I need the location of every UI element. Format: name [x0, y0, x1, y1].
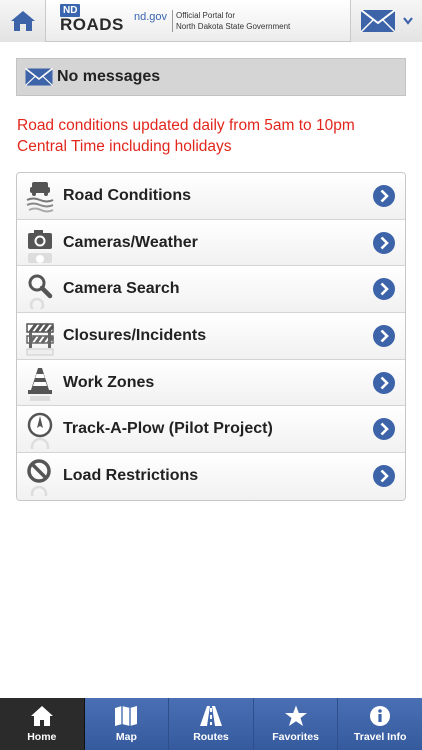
map-icon — [115, 706, 138, 726]
update-notice: Road conditions updated daily from 5am t… — [17, 115, 407, 157]
road-conditions-icon — [26, 181, 54, 213]
road-icon — [199, 706, 222, 726]
tab-label: Routes — [193, 731, 229, 743]
prohibited-icon — [27, 459, 51, 497]
top-header: ND ROADS nd.gov Official Portal for Nort… — [0, 0, 422, 42]
menu-item-track-a-plow[interactable]: Track-A-Plow (Pilot Project) — [17, 406, 405, 454]
messages-bar[interactable]: No messages — [16, 58, 406, 96]
menu-item-camera-search[interactable]: Camera Search — [17, 266, 405, 314]
menu-item-label: Load Restrictions — [63, 467, 199, 485]
nd-gov-link[interactable]: nd.gov — [134, 11, 167, 23]
messages-status-text: No messages — [57, 68, 161, 85]
menu-item-work-zones[interactable]: Work Zones — [17, 359, 405, 407]
menu-item-load-restrictions[interactable]: Load Restrictions — [17, 453, 405, 500]
header-home-button[interactable] — [0, 0, 46, 42]
bottom-tab-bar: Home Map Routes Favorites Travel Info — [0, 698, 422, 750]
tab-travel-info[interactable]: Travel Info — [338, 698, 422, 750]
tab-home[interactable]: Home — [0, 698, 85, 750]
chevron-right-circle-icon — [373, 371, 395, 394]
star-icon — [284, 705, 307, 726]
messages-menu-button[interactable] — [350, 0, 422, 42]
tab-label: Favorites — [272, 731, 319, 743]
traffic-cone-icon — [28, 367, 52, 401]
magnifier-icon — [28, 274, 53, 310]
menu-item-label: Track-A-Plow (Pilot Project) — [63, 420, 273, 438]
info-icon — [370, 706, 391, 726]
chevron-right-circle-icon — [373, 418, 395, 441]
portal-line-1: Official Portal for — [176, 11, 235, 20]
menu-item-label: Closures/Incidents — [63, 326, 207, 344]
main-menu-list: Road Conditions Cameras/Weather Camera S… — [16, 172, 406, 501]
app-screen: ND ROADS nd.gov Official Portal for Nort… — [0, 0, 422, 750]
home-icon — [30, 706, 53, 726]
chevron-right-circle-icon — [373, 184, 395, 207]
menu-item-label: Road Conditions — [63, 186, 191, 204]
menu-item-label: Camera Search — [63, 280, 180, 298]
chevron-right-circle-icon — [373, 231, 395, 254]
compass-icon — [27, 413, 53, 450]
tab-map[interactable]: Map — [84, 698, 170, 750]
tab-label: Map — [115, 731, 137, 743]
camera-icon — [28, 229, 52, 263]
tab-label: Home — [27, 731, 57, 743]
official-portal-text: Official Portal for North Dakota State G… — [172, 10, 290, 32]
barricade-icon — [26, 323, 55, 356]
envelope-icon — [25, 68, 53, 86]
tab-favorites[interactable]: Favorites — [253, 698, 339, 750]
logo-roads-text: ROADS — [60, 15, 124, 34]
tab-label: Travel Info — [353, 731, 407, 743]
home-icon — [10, 11, 35, 31]
menu-item-cameras-weather[interactable]: Cameras/Weather — [17, 219, 405, 267]
nd-roads-logo[interactable]: ND ROADS — [58, 4, 130, 38]
chevron-right-circle-icon — [373, 278, 395, 301]
envelope-icon — [360, 9, 396, 33]
chevron-down-icon — [403, 17, 413, 25]
tab-routes[interactable]: Routes — [169, 698, 254, 750]
menu-item-label: Cameras/Weather — [63, 233, 198, 251]
notice-line-2: Central Time including holidays — [17, 138, 232, 155]
menu-item-road-conditions[interactable]: Road Conditions — [17, 173, 405, 220]
chevron-right-circle-icon — [373, 324, 395, 347]
menu-item-label: Work Zones — [63, 373, 155, 391]
menu-item-closures-incidents[interactable]: Closures/Incidents — [17, 313, 405, 360]
portal-line-2: North Dakota State Government — [176, 22, 291, 31]
notice-line-1: Road conditions updated daily from 5am t… — [17, 117, 355, 134]
chevron-right-circle-icon — [373, 465, 395, 488]
